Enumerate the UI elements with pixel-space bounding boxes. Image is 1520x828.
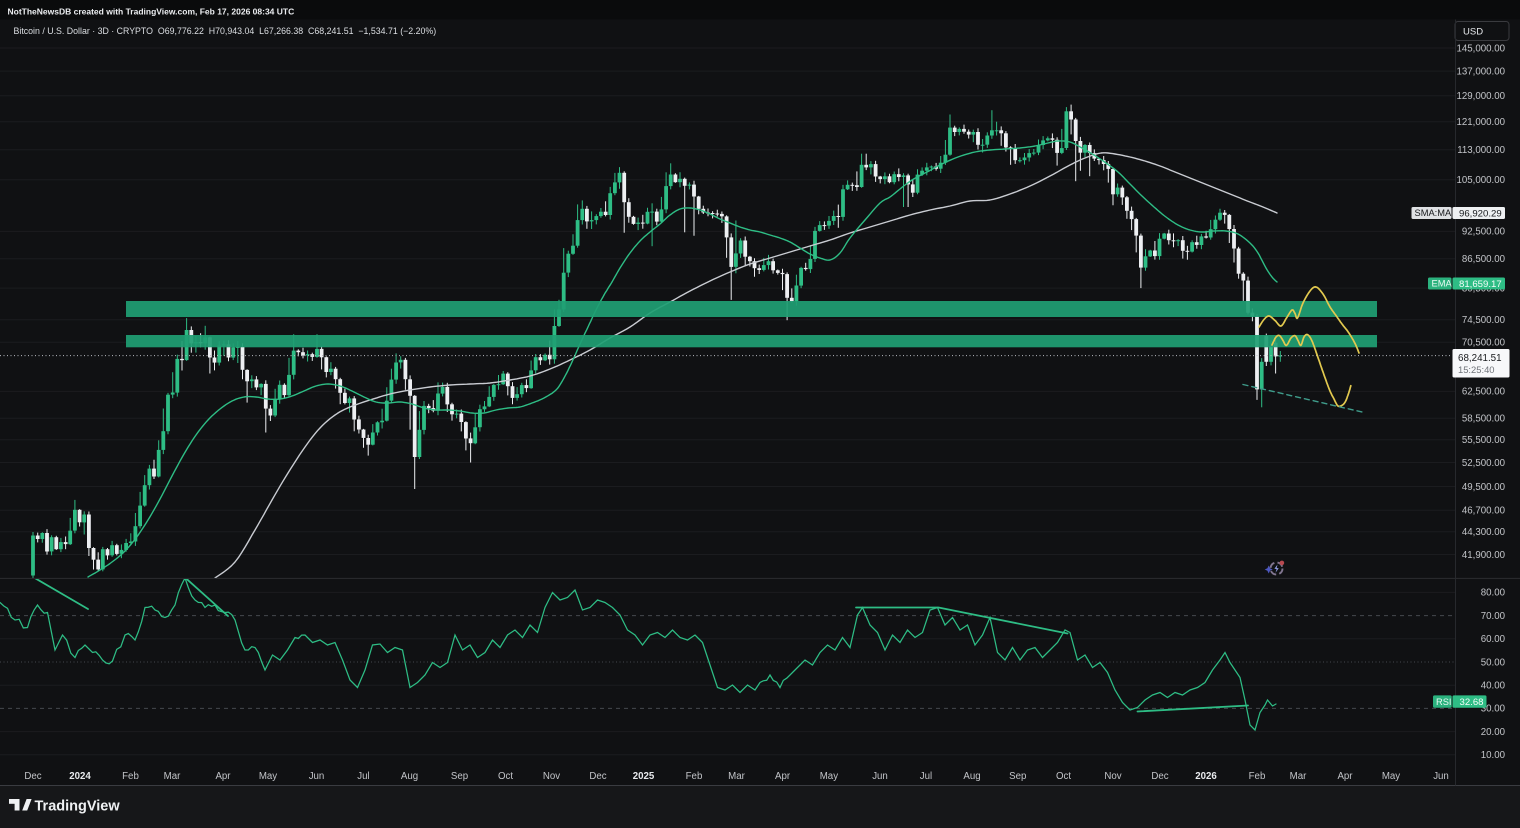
svg-text:105,000.00: 105,000.00 xyxy=(1457,175,1506,186)
svg-text:68,241.51: 68,241.51 xyxy=(1458,353,1502,364)
svg-text:Aug: Aug xyxy=(963,771,980,782)
svg-text:RSI: RSI xyxy=(1436,697,1452,707)
svg-text:44,300.00: 44,300.00 xyxy=(1462,527,1506,538)
svg-text:Nov: Nov xyxy=(543,771,560,782)
svg-text:62,500.00: 62,500.00 xyxy=(1462,387,1506,398)
svg-text:Sep: Sep xyxy=(1009,771,1026,782)
svg-text:52,500.00: 52,500.00 xyxy=(1462,458,1506,469)
svg-text:SMA:MA: SMA:MA xyxy=(1415,208,1452,218)
svg-text:Feb: Feb xyxy=(122,771,139,782)
svg-text:Apr: Apr xyxy=(775,771,791,782)
svg-text:113,000.00: 113,000.00 xyxy=(1457,145,1505,156)
svg-text:Nov: Nov xyxy=(1104,771,1121,782)
svg-text:Apr: Apr xyxy=(1337,771,1353,782)
svg-text:137,000.00: 137,000.00 xyxy=(1457,66,1506,77)
svg-text:Mar: Mar xyxy=(164,771,181,782)
svg-text:Dec: Dec xyxy=(589,771,606,782)
svg-text:Apr: Apr xyxy=(215,771,231,782)
svg-text:Jul: Jul xyxy=(357,771,369,782)
svg-text:70.00: 70.00 xyxy=(1481,611,1506,622)
svg-text:Jun: Jun xyxy=(309,771,325,782)
svg-text:Jun: Jun xyxy=(872,771,888,782)
svg-text:Feb: Feb xyxy=(686,771,703,782)
svg-text:10.00: 10.00 xyxy=(1481,750,1506,761)
svg-text:Mar: Mar xyxy=(728,771,745,782)
svg-text:41,900.00: 41,900.00 xyxy=(1462,550,1506,561)
svg-text:50.00: 50.00 xyxy=(1481,657,1506,668)
svg-text:2026: 2026 xyxy=(1195,771,1217,782)
svg-text:20.00: 20.00 xyxy=(1481,727,1506,738)
svg-text:60.00: 60.00 xyxy=(1481,634,1506,645)
svg-text:May: May xyxy=(820,771,838,782)
svg-text:Bitcoin / U.S. Dollar · 3D · C: Bitcoin / U.S. Dollar · 3D · CRYPTO O69,… xyxy=(14,26,437,36)
svg-text:15:25:40: 15:25:40 xyxy=(1458,364,1495,375)
svg-text:Jul: Jul xyxy=(920,771,932,782)
svg-text:Aug: Aug xyxy=(401,771,418,782)
svg-text:NotTheNewsDB created with Trad: NotTheNewsDB created with TradingView.co… xyxy=(8,7,295,17)
svg-text:Mar: Mar xyxy=(1290,771,1307,782)
svg-text:121,000.00: 121,000.00 xyxy=(1457,117,1506,128)
svg-text:145,000.00: 145,000.00 xyxy=(1457,43,1506,54)
svg-text:2025: 2025 xyxy=(633,771,655,782)
svg-text:Jun: Jun xyxy=(1433,771,1449,782)
svg-text:81,659.17: 81,659.17 xyxy=(1459,279,1502,290)
svg-text:55,500.00: 55,500.00 xyxy=(1462,435,1506,446)
svg-text:Oct: Oct xyxy=(1056,771,1071,782)
svg-text:Feb: Feb xyxy=(1249,771,1266,782)
svg-text:Sep: Sep xyxy=(451,771,468,782)
svg-text:46,700.00: 46,700.00 xyxy=(1462,506,1506,517)
svg-text:Dec: Dec xyxy=(24,771,41,782)
svg-text:USD: USD xyxy=(1463,26,1483,37)
svg-text:58,500.00: 58,500.00 xyxy=(1462,414,1506,425)
svg-text:86,500.00: 86,500.00 xyxy=(1462,254,1506,265)
svg-text:Oct: Oct xyxy=(498,771,513,782)
svg-text:2024: 2024 xyxy=(69,771,91,782)
svg-text:49,500.00: 49,500.00 xyxy=(1462,482,1506,493)
svg-text:96,920.29: 96,920.29 xyxy=(1459,208,1502,219)
svg-text:80.00: 80.00 xyxy=(1481,588,1506,599)
svg-text:129,000.00: 129,000.00 xyxy=(1457,91,1506,102)
svg-text:TradingView: TradingView xyxy=(35,799,121,815)
svg-text:May: May xyxy=(259,771,277,782)
svg-text:40.00: 40.00 xyxy=(1481,681,1506,692)
svg-text:74,500.00: 74,500.00 xyxy=(1462,315,1506,326)
svg-text:Dec: Dec xyxy=(1151,771,1168,782)
svg-text:70,500.00: 70,500.00 xyxy=(1462,338,1506,349)
svg-text:32.68: 32.68 xyxy=(1460,697,1484,708)
svg-text:May: May xyxy=(1382,771,1400,782)
svg-text:92,500.00: 92,500.00 xyxy=(1462,227,1506,238)
svg-text:EMA: EMA xyxy=(1432,279,1453,289)
